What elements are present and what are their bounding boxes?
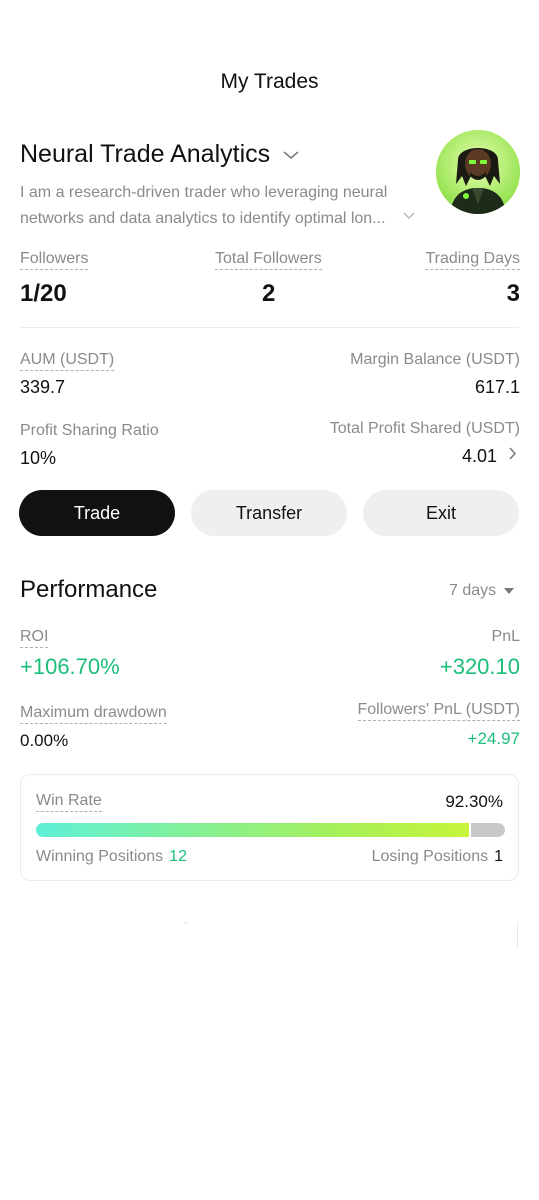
aum-value: 339.7 bbox=[20, 377, 66, 397]
pnl-value: +320.10 bbox=[439, 654, 520, 679]
win-rate-bar-winning bbox=[36, 823, 469, 837]
margin-balance-value: 617.1 bbox=[474, 377, 520, 397]
profit-sharing-ratio-value: 10% bbox=[20, 448, 57, 468]
total-followers-value: 2 bbox=[262, 280, 276, 307]
bio-line-2: networks and data analytics to identify … bbox=[20, 210, 386, 227]
win-rate-card: Win Rate 92.30% Winning Positions 12 Losi… bbox=[20, 774, 519, 881]
bio-line-1: I am a research-driven trader who levera… bbox=[20, 184, 388, 201]
winning-positions-count: 12 bbox=[169, 848, 187, 865]
trading-days-label[interactable]: Trading Days bbox=[425, 250, 520, 270]
followers-pnl-value: +24.97 bbox=[467, 729, 520, 748]
win-rate-label[interactable]: Win Rate bbox=[36, 792, 102, 812]
caret-down-icon bbox=[504, 588, 515, 594]
total-profit-shared-value[interactable]: 4.01 bbox=[462, 446, 497, 467]
avatar-image bbox=[436, 130, 520, 214]
margin-balance-label: Margin Balance (USDT) bbox=[350, 351, 520, 368]
total-followers-label[interactable]: Total Followers bbox=[215, 250, 322, 270]
avatar[interactable] bbox=[436, 130, 520, 214]
followers-value: 1/20 bbox=[20, 280, 67, 307]
chevron-right-icon[interactable] bbox=[508, 446, 517, 461]
profit-sharing-ratio-label: Profit Sharing Ratio bbox=[20, 422, 159, 439]
divider bbox=[20, 327, 519, 328]
chevron-down-icon bbox=[283, 150, 299, 159]
pnl-label: PnL bbox=[491, 628, 520, 645]
transfer-button[interactable]: Transfer bbox=[191, 490, 347, 536]
followers-label[interactable]: Followers bbox=[20, 250, 89, 270]
performance-title: Performance bbox=[20, 576, 158, 603]
max-drawdown-value: 0.00% bbox=[20, 731, 69, 750]
strategy-name: Neural Trade Analytics bbox=[20, 140, 271, 168]
winning-positions: Winning Positions 12 bbox=[36, 848, 187, 866]
exit-button[interactable]: Exit bbox=[363, 490, 519, 536]
divider bbox=[184, 922, 188, 924]
strategy-name-selector[interactable]: Neural Trade Analytics bbox=[20, 140, 300, 169]
my-trades-page: My Trades Neural Trade Analytics I am a … bbox=[0, 0, 539, 1200]
winning-positions-label: Winning Positions bbox=[36, 848, 164, 865]
win-rate-bar-losing bbox=[471, 823, 505, 837]
page-title: My Trades bbox=[220, 70, 319, 93]
period-selector[interactable]: 7 days bbox=[449, 582, 515, 600]
max-drawdown-label[interactable]: Maximum drawdown bbox=[20, 704, 167, 724]
aum-label[interactable]: AUM (USDT) bbox=[20, 351, 115, 371]
trading-days-value: 3 bbox=[506, 280, 520, 307]
divider bbox=[517, 922, 518, 948]
losing-positions-label: Losing Positions bbox=[371, 848, 489, 865]
roi-value: +106.70% bbox=[20, 654, 120, 679]
win-rate-value: 92.30% bbox=[445, 792, 503, 811]
followers-pnl-label[interactable]: Followers' PnL (USDT) bbox=[357, 701, 520, 721]
chevron-down-icon[interactable] bbox=[402, 211, 416, 221]
losing-positions-count: 1 bbox=[494, 848, 503, 865]
losing-positions: Losing Positions 1 bbox=[372, 848, 503, 866]
win-rate-bar bbox=[36, 823, 505, 837]
roi-label[interactable]: ROI bbox=[20, 628, 49, 648]
period-label: 7 days bbox=[449, 582, 497, 599]
strategy-bio[interactable]: I am a research-driven trader who levera… bbox=[20, 180, 420, 232]
trade-button[interactable]: Trade bbox=[19, 490, 175, 536]
total-profit-shared-label[interactable]: Total Profit Shared (USDT) bbox=[330, 420, 520, 438]
